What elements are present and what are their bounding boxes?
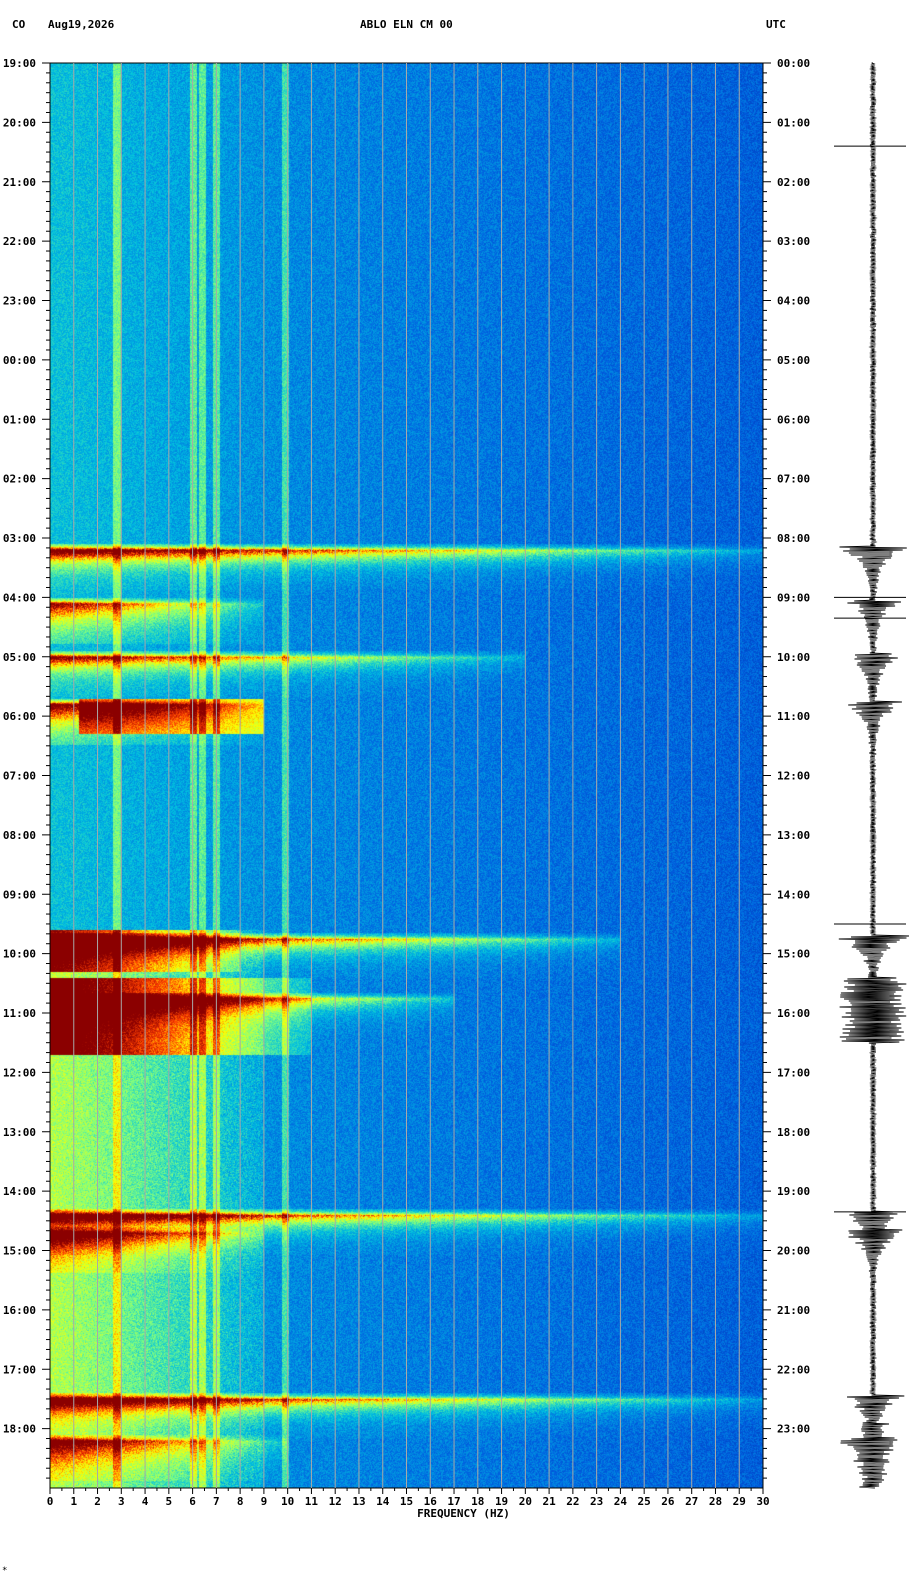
y-left-tick-label: 04:00 [3, 591, 36, 604]
y-right-tick-label: 20:00 [777, 1245, 810, 1258]
y-left-tick-label: 00:00 [3, 354, 36, 367]
x-tick-label: 21 [542, 1495, 556, 1508]
y-left-tick-label: 05:00 [3, 651, 36, 664]
y-right-tick-label: 15:00 [777, 948, 810, 961]
y-left-tick-label: 09:00 [3, 888, 36, 901]
y-left-tick-label: 17:00 [3, 1363, 36, 1376]
y-left-tick-label: 19:00 [3, 57, 36, 70]
y-left-tick-label: 18:00 [3, 1423, 36, 1436]
x-tick-label: 25 [638, 1495, 651, 1508]
y-right-tick-label: 04:00 [777, 295, 810, 308]
seismogram-trace [838, 62, 910, 1489]
x-tick-label: 0 [47, 1495, 54, 1508]
x-tick-label: 23 [590, 1495, 603, 1508]
y-right-tick-label: 12:00 [777, 770, 810, 783]
y-left-tick-label: 08:00 [3, 829, 36, 842]
chart-axes: 0 1 2 3 4 5 6 7 8 9 10 11 12 13 14 15 16 17 18 19 20 21 22 23 24… [3, 57, 910, 1520]
y-right-tick-label: 21:00 [777, 1304, 810, 1317]
y-right-tick-label: 05:00 [777, 354, 810, 367]
y-right-tick-label: 13:00 [777, 829, 810, 842]
y-left-tick-label: 15:00 [3, 1245, 36, 1258]
y-left-tick-label: 14:00 [3, 1185, 36, 1198]
y-right-tick-label: 09:00 [777, 591, 810, 604]
x-tick-label: 28 [709, 1495, 722, 1508]
x-tick-label: 6 [189, 1495, 196, 1508]
y-left-tick-label: 23:00 [3, 295, 36, 308]
x-tick-label: 4 [142, 1495, 149, 1508]
x-tick-label: 29 [733, 1495, 746, 1508]
y-right-tick-label: 18:00 [777, 1126, 810, 1139]
y-left-tick-label: 22:00 [3, 235, 36, 248]
x-tick-label: 22 [566, 1495, 579, 1508]
y-left-tick-label: 13:00 [3, 1126, 36, 1139]
x-tick-label: 24 [614, 1495, 628, 1508]
y-right-tick-label: 03:00 [777, 235, 810, 248]
x-tick-label: 9 [261, 1495, 268, 1508]
y-right-tick-label: 11:00 [777, 710, 810, 723]
x-tick-label: 26 [661, 1495, 675, 1508]
x-tick-label: 7 [213, 1495, 220, 1508]
x-tick-label: 27 [685, 1495, 698, 1508]
x-tick-label: 8 [237, 1495, 244, 1508]
x-tick-label: 14 [376, 1495, 390, 1508]
y-left-tick-label: 20:00 [3, 116, 36, 129]
y-right-tick-label: 17:00 [777, 1066, 810, 1079]
y-left-tick-label: 07:00 [3, 770, 36, 783]
x-tick-label: 2 [94, 1495, 101, 1508]
x-tick-label: 3 [118, 1495, 125, 1508]
y-right-tick-label: 02:00 [777, 176, 810, 189]
y-right-tick-label: 22:00 [777, 1363, 810, 1376]
x-tick-label: 10 [281, 1495, 294, 1508]
y-right-tick-label: 19:00 [777, 1185, 810, 1198]
y-right-tick-label: 10:00 [777, 651, 810, 664]
y-left-tick-label: 06:00 [3, 710, 36, 723]
y-left-tick-label: 02:00 [3, 473, 36, 486]
y-left-tick-label: 01:00 [3, 413, 36, 426]
y-left-tick-label: 10:00 [3, 948, 36, 961]
y-left-tick-label: 11:00 [3, 1007, 36, 1020]
y-right-tick-label: 01:00 [777, 116, 810, 129]
corner-mark: * [2, 1566, 8, 1576]
y-right-tick-label: 16:00 [777, 1007, 810, 1020]
spectrogram-figure: CO Aug19,2026 ABLO ELN CM 00 UTC 0123456… [0, 0, 922, 1584]
x-tick-label: 13 [352, 1495, 365, 1508]
y-right-tick-label: 08:00 [777, 532, 810, 545]
x-tick-label: 1 [70, 1495, 77, 1508]
y-left-tick-label: 16:00 [3, 1304, 36, 1317]
y-right-tick-label: 14:00 [777, 888, 810, 901]
y-right-tick-label: 07:00 [777, 473, 810, 486]
y-left-tick-label: 12:00 [3, 1066, 36, 1079]
x-tick-label: 5 [166, 1495, 173, 1508]
y-right-tick-label: 00:00 [777, 57, 810, 70]
x-axis-label: FREQUENCY (HZ) [417, 1507, 510, 1520]
x-tick-label: 12 [329, 1495, 342, 1508]
y-right-tick-label: 23:00 [777, 1423, 810, 1436]
x-tick-label: 11 [305, 1495, 319, 1508]
y-right-tick-label: 06:00 [777, 413, 810, 426]
y-left-tick-label: 03:00 [3, 532, 36, 545]
x-tick-label: 15 [400, 1495, 413, 1508]
x-tick-label: 20 [519, 1495, 532, 1508]
y-left-tick-label: 21:00 [3, 176, 36, 189]
x-tick-label: 30 [756, 1495, 769, 1508]
